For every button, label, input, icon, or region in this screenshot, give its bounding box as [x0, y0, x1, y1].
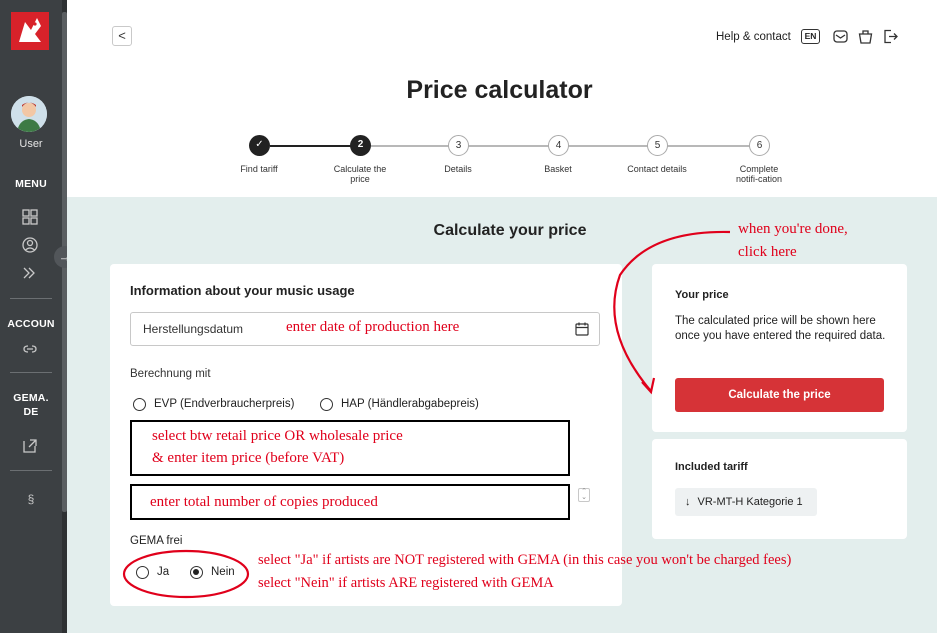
- annotation-gema-1: select "Ja" if artists are NOT registere…: [258, 552, 792, 568]
- annotation-gema-2: select "Nein" if artists ARE registered …: [258, 575, 554, 591]
- annotation-arrowhead: [641, 377, 656, 395]
- annotation-overlay: [122, 230, 731, 599]
- annotation-copies: enter total number of copies produced: [150, 494, 378, 510]
- annotation-price-2: & enter item price (before VAT): [152, 450, 345, 466]
- gema-highlight-ellipse: [122, 549, 250, 599]
- annotation-date: enter date of production here: [286, 319, 460, 335]
- annotation-price-1: select btw retail price OR wholesale pri…: [152, 428, 403, 444]
- annotation-done-2: click here: [738, 244, 797, 260]
- annotation-arrow: [613, 230, 731, 391]
- annotation-done-1: when you're done,: [738, 221, 848, 237]
